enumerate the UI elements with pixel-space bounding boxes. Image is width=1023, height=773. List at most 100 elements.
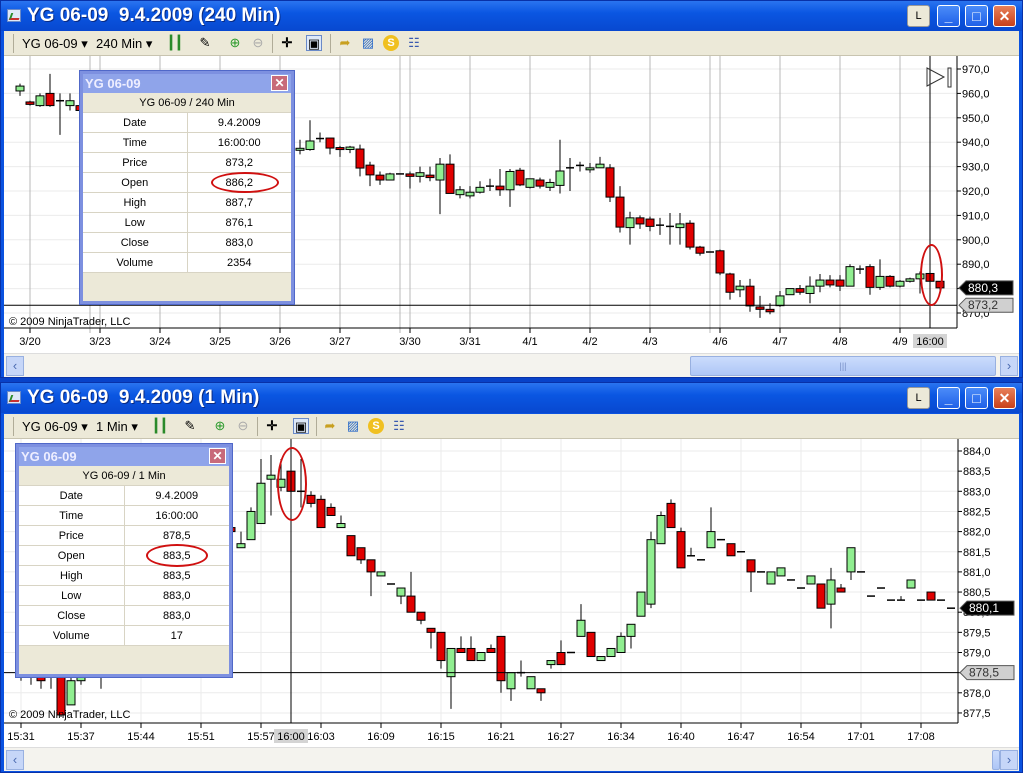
popup-row-value: 876,1 bbox=[225, 217, 254, 229]
popup-close-button[interactable]: ✕ bbox=[209, 448, 226, 464]
table-icon[interactable]: ☷ bbox=[391, 418, 407, 434]
popup-row-label: Volume bbox=[19, 626, 125, 645]
popup-row-time: Time 16:00:00 bbox=[83, 133, 291, 153]
x-tick-label: 4/8 bbox=[832, 336, 847, 348]
candle-down bbox=[436, 631, 446, 662]
candle-down bbox=[365, 164, 375, 176]
x-tick-label: 16:21 bbox=[487, 731, 515, 743]
popup-title-bar[interactable]: YG 06-09 ✕ bbox=[83, 74, 291, 93]
candle-down bbox=[586, 631, 596, 658]
properties-icon[interactable]: ▣ bbox=[306, 35, 322, 51]
gold-coin-icon[interactable]: S bbox=[383, 35, 399, 51]
interval-dropdown[interactable]: 1 Min ▾ bbox=[96, 417, 138, 436]
candle-down bbox=[536, 688, 546, 694]
popup-row-value: 878,5 bbox=[162, 530, 191, 542]
crosshair-icon[interactable]: ✛ bbox=[279, 35, 295, 51]
link-button[interactable]: L bbox=[907, 387, 930, 409]
interval-label: 240 Min bbox=[96, 36, 143, 51]
candle-down bbox=[836, 587, 846, 593]
y-tick-label: 910,0 bbox=[962, 210, 990, 222]
candle-down bbox=[45, 92, 55, 107]
popup-row-value: 883,5 bbox=[162, 570, 191, 582]
candle-up bbox=[476, 652, 486, 662]
x-tick-label: 15:44 bbox=[127, 731, 155, 743]
pencil-icon[interactable]: ✎ bbox=[182, 418, 198, 434]
candle-down bbox=[416, 611, 426, 621]
y-tick-label: 881,0 bbox=[963, 567, 991, 579]
zoom-in-icon[interactable]: ⊕ bbox=[212, 418, 228, 434]
y-tick-label: 881,5 bbox=[963, 547, 991, 559]
candle-down bbox=[745, 285, 755, 307]
x-tick-label: 3/26 bbox=[269, 336, 290, 348]
candlestick-icon[interactable]: ┃┃ bbox=[152, 418, 168, 434]
scroll-left-button[interactable]: ‹ bbox=[6, 356, 24, 376]
x-tick-label: 17:01 bbox=[847, 731, 875, 743]
candle-up bbox=[65, 100, 75, 107]
scroll-thumb[interactable]: ||| bbox=[690, 356, 996, 376]
candle-up bbox=[606, 647, 616, 658]
chart-icon[interactable]: ▨ bbox=[360, 35, 376, 51]
x-tick-label: 3/23 bbox=[89, 336, 110, 348]
title-bar[interactable]: YG 06-09 9.4.2009 (1 Min) L _ □ ✕ bbox=[1, 383, 1022, 413]
y-tick-label: 879,0 bbox=[963, 648, 991, 660]
candle-up bbox=[595, 163, 605, 169]
toolbar-grip[interactable] bbox=[13, 417, 14, 436]
crosshair-time-label: 16:00 bbox=[916, 336, 944, 348]
highlight-ellipse-candle bbox=[277, 447, 307, 521]
popup-row-volume: Volume 2354 bbox=[83, 253, 291, 273]
pencil-icon[interactable]: ✎ bbox=[197, 35, 213, 51]
popup-close-button[interactable]: ✕ bbox=[271, 75, 288, 91]
minimize-button[interactable]: _ bbox=[937, 387, 960, 409]
properties-icon[interactable]: ▣ bbox=[293, 418, 309, 434]
instrument-dropdown[interactable]: YG 06-09 ▾ bbox=[22, 417, 88, 436]
y-tick-label: 950,0 bbox=[962, 113, 990, 125]
candle-up bbox=[785, 288, 795, 296]
candle-down bbox=[746, 559, 756, 573]
zoom-in-icon[interactable]: ⊕ bbox=[227, 35, 243, 51]
y-tick-label: 900,0 bbox=[962, 235, 990, 247]
y-tick-label: 882,0 bbox=[963, 527, 991, 539]
candle-up bbox=[815, 279, 825, 287]
scroll-thumb[interactable] bbox=[992, 750, 1000, 770]
candlestick-icon[interactable]: ┃┃ bbox=[167, 35, 183, 51]
maximize-button[interactable]: □ bbox=[965, 387, 988, 409]
crosshair-time-label: 16:00 bbox=[277, 731, 305, 743]
folder-icon[interactable]: ➦ bbox=[322, 418, 338, 434]
copyright-text: © 2009 NinjaTrader, LLC bbox=[9, 316, 131, 328]
candle-up bbox=[475, 186, 485, 193]
candle-down bbox=[666, 502, 676, 529]
instrument-dropdown[interactable]: YG 06-09 ▾ bbox=[22, 34, 88, 53]
popup-title-bar[interactable]: YG 06-09 ✕ bbox=[19, 447, 229, 466]
scroll-right-button[interactable]: › bbox=[1000, 750, 1018, 770]
table-icon[interactable]: ☷ bbox=[406, 35, 422, 51]
x-tick-label: 17:08 bbox=[907, 731, 935, 743]
candle-up bbox=[776, 567, 786, 577]
close-button[interactable]: ✕ bbox=[993, 387, 1016, 409]
scroll-right-button[interactable]: › bbox=[1000, 356, 1018, 376]
link-button[interactable]: L bbox=[907, 5, 930, 27]
scroll-left-button[interactable]: ‹ bbox=[6, 750, 24, 770]
gold-coin-icon[interactable]: S bbox=[368, 418, 384, 434]
candle-down bbox=[375, 174, 385, 181]
candle-up bbox=[336, 523, 346, 529]
maximize-button[interactable]: □ bbox=[965, 5, 988, 27]
popup-row-value: 883,0 bbox=[162, 590, 191, 602]
y-tick-label: 940,0 bbox=[962, 137, 990, 149]
horizontal-scrollbar[interactable]: ‹ › bbox=[4, 747, 1019, 771]
candle-up bbox=[236, 543, 246, 549]
candle-up bbox=[775, 295, 785, 307]
candle-up bbox=[735, 285, 745, 291]
interval-dropdown[interactable]: 240 Min ▾ bbox=[96, 34, 152, 53]
chart-icon[interactable]: ▨ bbox=[345, 418, 361, 434]
minimize-button[interactable]: _ bbox=[937, 5, 960, 27]
toolbar-grip[interactable] bbox=[13, 34, 14, 53]
crosshair-icon[interactable]: ✛ bbox=[264, 418, 280, 434]
y-tick-label: 970,0 bbox=[962, 64, 990, 76]
popup-row-label: Close bbox=[19, 606, 125, 625]
title-bar[interactable]: YG 06-09 9.4.2009 (240 Min) L _ □ ✕ bbox=[1, 1, 1022, 31]
candle-up bbox=[555, 170, 565, 186]
folder-icon[interactable]: ➦ bbox=[337, 35, 353, 51]
close-button[interactable]: ✕ bbox=[993, 5, 1016, 27]
horizontal-scrollbar[interactable]: ‹ ||| › bbox=[4, 353, 1019, 377]
y-tick-label: 930,0 bbox=[962, 162, 990, 174]
